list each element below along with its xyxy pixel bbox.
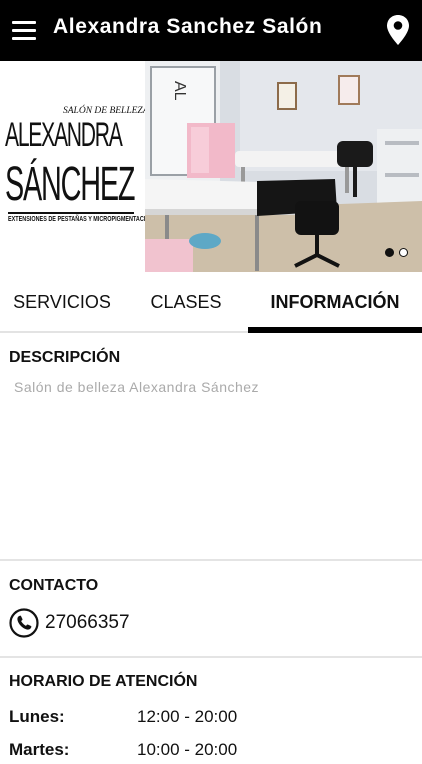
page-title: Alexandra Sanchez Salón: [53, 15, 323, 38]
logo-subtitle: EXTENSIONES DE PESTAÑAS Y MICROPIGMENTAC…: [8, 216, 154, 223]
hours-day: Martes:: [9, 740, 70, 759]
tab-informacion[interactable]: INFORMACIÓN: [248, 272, 422, 333]
map-pin-icon[interactable]: [386, 14, 410, 46]
tab-servicios[interactable]: SERVICIOS: [0, 272, 124, 333]
carousel-dot-2[interactable]: [399, 248, 408, 257]
active-tab-indicator: [248, 327, 422, 333]
section-divider: [0, 656, 422, 658]
hours-time: 10:00 - 20:00: [137, 740, 238, 759]
carousel-indicator: [385, 248, 408, 257]
section-divider: [0, 559, 422, 561]
phone-link[interactable]: 27066357: [9, 607, 130, 639]
svg-text:AL: AL: [171, 81, 188, 101]
hours-day: Lunes:: [9, 707, 65, 726]
image-carousel[interactable]: SALÓN DE BELLEZA ALEXANDRA SÁNCHEZ EXTEN…: [0, 61, 422, 272]
hamburger-menu-icon[interactable]: [12, 18, 38, 42]
salon-interior-photo: AL: [145, 61, 422, 272]
contact-heading: CONTACTO: [9, 577, 99, 594]
carousel-dot-1[interactable]: [385, 248, 394, 257]
phone-number: 27066357: [45, 612, 130, 633]
description-text: Salón de belleza Alexandra Sánchez: [14, 379, 260, 395]
logo-line-1: ALEXANDRA: [5, 116, 123, 154]
hours-row: Martes: 10:00 - 20:00: [9, 740, 409, 764]
logo-line-2: SÁNCHEZ: [5, 158, 135, 211]
tab-bar: SERVICIOS CLASES INFORMACIÓN: [0, 272, 422, 333]
hours-heading: HORARIO DE ATENCIÓN: [9, 673, 198, 690]
app-header: Alexandra Sanchez Salón: [0, 0, 422, 61]
hours-row: Lunes: 12:00 - 20:00: [9, 707, 409, 731]
phone-icon: [9, 608, 39, 638]
logo-divider: [8, 212, 134, 214]
tab-clases[interactable]: CLASES: [124, 272, 248, 333]
description-heading: DESCRIPCIÓN: [9, 349, 121, 366]
logo-top-text: SALÓN DE BELLEZA: [63, 106, 149, 116]
hours-time: 12:00 - 20:00: [137, 707, 238, 726]
salon-logo: SALÓN DE BELLEZA ALEXANDRA SÁNCHEZ EXTEN…: [0, 61, 154, 272]
